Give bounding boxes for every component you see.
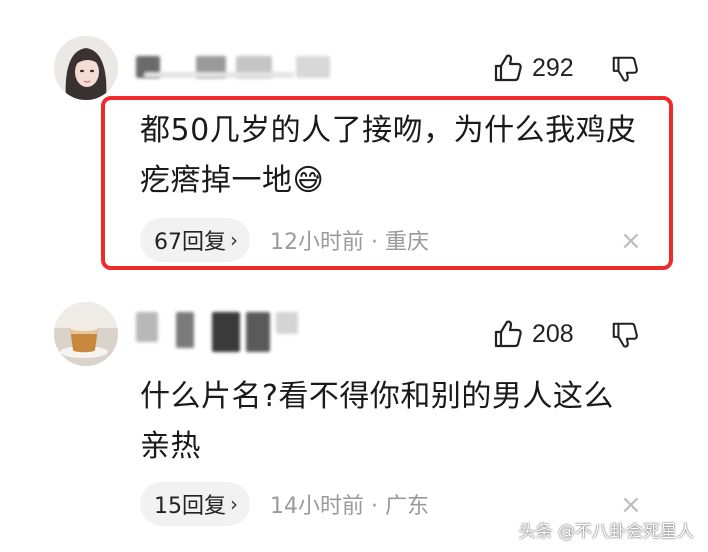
like-count: 292 — [532, 53, 574, 82]
reply-button[interactable]: 15回复 › — [140, 482, 250, 526]
comment-item: 208 什么片名?看不得你和别的男人这么亲热 15回复 › 14小时前 · 广东… — [0, 280, 708, 552]
watermark: 头条 @不八卦会死星人 — [518, 522, 694, 542]
thumbs-down-icon — [612, 322, 638, 348]
reply-count: 15回复 — [154, 494, 226, 519]
time-location: 14小时前 · 广东 — [270, 494, 429, 519]
avatar[interactable] — [54, 36, 118, 100]
like-count: 208 — [532, 319, 574, 348]
username-redacted[interactable] — [136, 312, 306, 356]
thumbs-up-icon — [494, 320, 522, 348]
dislike-button[interactable] — [610, 320, 640, 354]
avatar-image — [54, 36, 118, 100]
avatar[interactable] — [54, 302, 118, 366]
comment-meta: 15回复 › 14小时前 · 广东 — [140, 482, 429, 526]
dislike-button[interactable] — [610, 54, 640, 88]
comment-text: 什么片名?看不得你和别的男人这么亲热 — [140, 379, 614, 464]
username-redacted[interactable] — [136, 56, 346, 78]
avatar-image — [54, 302, 118, 366]
chevron-right-icon: › — [230, 492, 238, 516]
like-button[interactable]: 208 — [492, 318, 574, 350]
thumbs-up-icon — [494, 54, 522, 82]
highlight-box — [101, 96, 673, 270]
close-icon[interactable]: × — [620, 492, 642, 518]
like-button[interactable]: 292 — [492, 52, 574, 84]
thumbs-down-icon — [612, 56, 638, 82]
